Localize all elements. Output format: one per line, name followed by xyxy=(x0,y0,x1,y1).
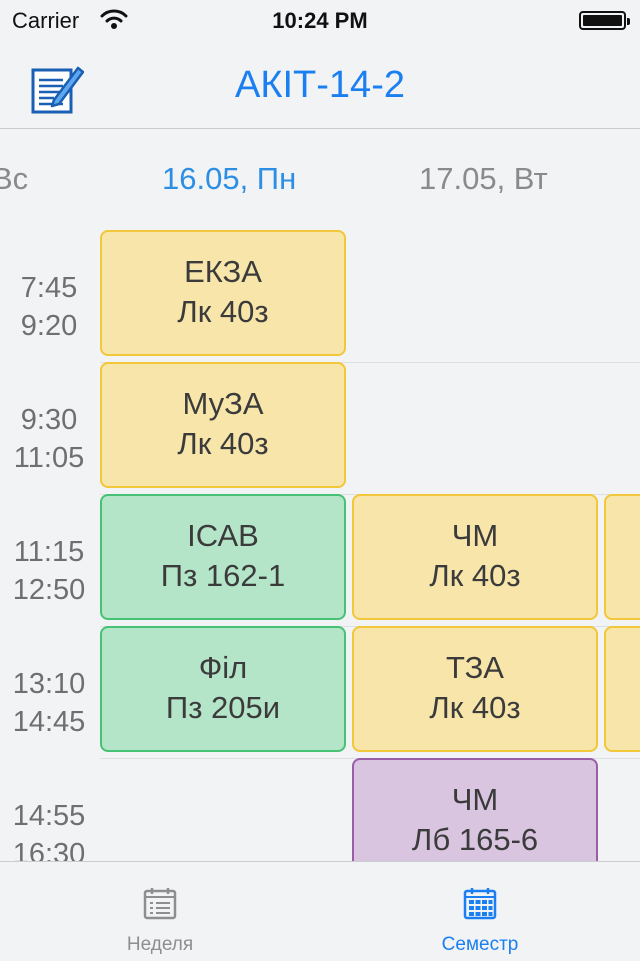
time-start: 9:30 xyxy=(20,404,78,436)
lesson-room: Пз 205и xyxy=(165,690,281,725)
lesson-name: ЕКЗА xyxy=(184,254,262,289)
list-calendar-icon xyxy=(143,888,177,920)
lesson-card[interactable]: МуЗА Лк 40з xyxy=(100,362,346,488)
lesson-name: МуЗА xyxy=(182,386,264,421)
page-title: АКІТ-14-2 xyxy=(235,64,405,106)
tab-bar: Неделя Семестр xyxy=(0,861,640,961)
navigation-bar: АКІТ-14-2 xyxy=(0,40,640,129)
lesson-room: Лб 165-6 xyxy=(411,822,539,857)
tab-week-label: Неделя xyxy=(126,934,194,955)
time-start: 7:45 xyxy=(20,272,78,304)
lesson-card[interactable]: ТЗА Лк 40з xyxy=(352,626,598,752)
grid-calendar-icon xyxy=(463,888,497,920)
lesson-name: ІСАВ xyxy=(187,518,259,553)
time-start: 13:10 xyxy=(12,668,86,700)
lesson-name: Філ xyxy=(198,650,248,685)
lesson-card[interactable]: ЧМ Лб 165-6 xyxy=(352,758,598,861)
lesson-room: Лк 40з xyxy=(177,426,269,461)
time-end: 12:50 xyxy=(12,574,86,606)
lesson-room: Лк 40з xyxy=(429,558,521,593)
time-slot-1: 7:45 9:20 xyxy=(0,269,98,345)
lesson-room: Пз 162-1 xyxy=(160,558,286,593)
time-start: 11:15 xyxy=(13,536,85,568)
time-slot-5: 14:55 16:30 xyxy=(0,797,98,861)
lesson-name: ТЗА xyxy=(446,650,504,685)
lesson-card[interactable]: ЧМ Лк 40з xyxy=(352,494,598,620)
lesson-card-partial[interactable] xyxy=(604,626,640,752)
lesson-card-partial[interactable] xyxy=(604,494,640,620)
time-end: 9:20 xyxy=(20,310,78,342)
lesson-card[interactable]: ЕКЗА Лк 40з xyxy=(100,230,346,356)
lesson-card[interactable]: Філ Пз 205и xyxy=(100,626,346,752)
tab-semester-label: Семестр xyxy=(441,934,519,955)
time-slot-3: 11:15 12:50 xyxy=(0,533,98,609)
time-end: 11:05 xyxy=(13,442,85,474)
day-header-prev[interactable]: Вс xyxy=(0,161,28,197)
time-start: 14:55 xyxy=(12,800,86,832)
time-end: 14:45 xyxy=(12,706,86,738)
lesson-card[interactable]: ІСАВ Пз 162-1 xyxy=(100,494,346,620)
status-bar: Carrier 10:24 PM xyxy=(0,0,640,40)
day-header-prev-label: Вс xyxy=(0,161,29,196)
day-header-current[interactable]: 16.05, Пн xyxy=(162,161,296,197)
clock: 10:24 PM xyxy=(272,8,368,33)
battery-icon xyxy=(579,11,630,30)
lesson-room: Лк 40з xyxy=(177,294,269,329)
time-slot-4: 13:10 14:45 xyxy=(0,665,98,741)
lesson-name: ЧМ xyxy=(451,782,499,817)
tab-semester[interactable]: Семестр xyxy=(320,862,640,961)
time-end: 16:30 xyxy=(12,838,86,861)
day-header-current-label: 16.05, Пн xyxy=(162,161,297,196)
lesson-room: Лк 40з xyxy=(429,690,521,725)
day-header-next[interactable]: 17.05, Вт xyxy=(419,161,548,197)
schedule-grid[interactable]: Вс 16.05, Пн 17.05, Вт 7:45 9:20 9:30 11… xyxy=(0,129,640,861)
lesson-name: ЧМ xyxy=(451,518,499,553)
tab-week[interactable]: Неделя xyxy=(0,862,320,961)
day-header-next-label: 17.05, Вт xyxy=(419,161,548,196)
time-slot-2: 9:30 11:05 xyxy=(0,401,98,477)
